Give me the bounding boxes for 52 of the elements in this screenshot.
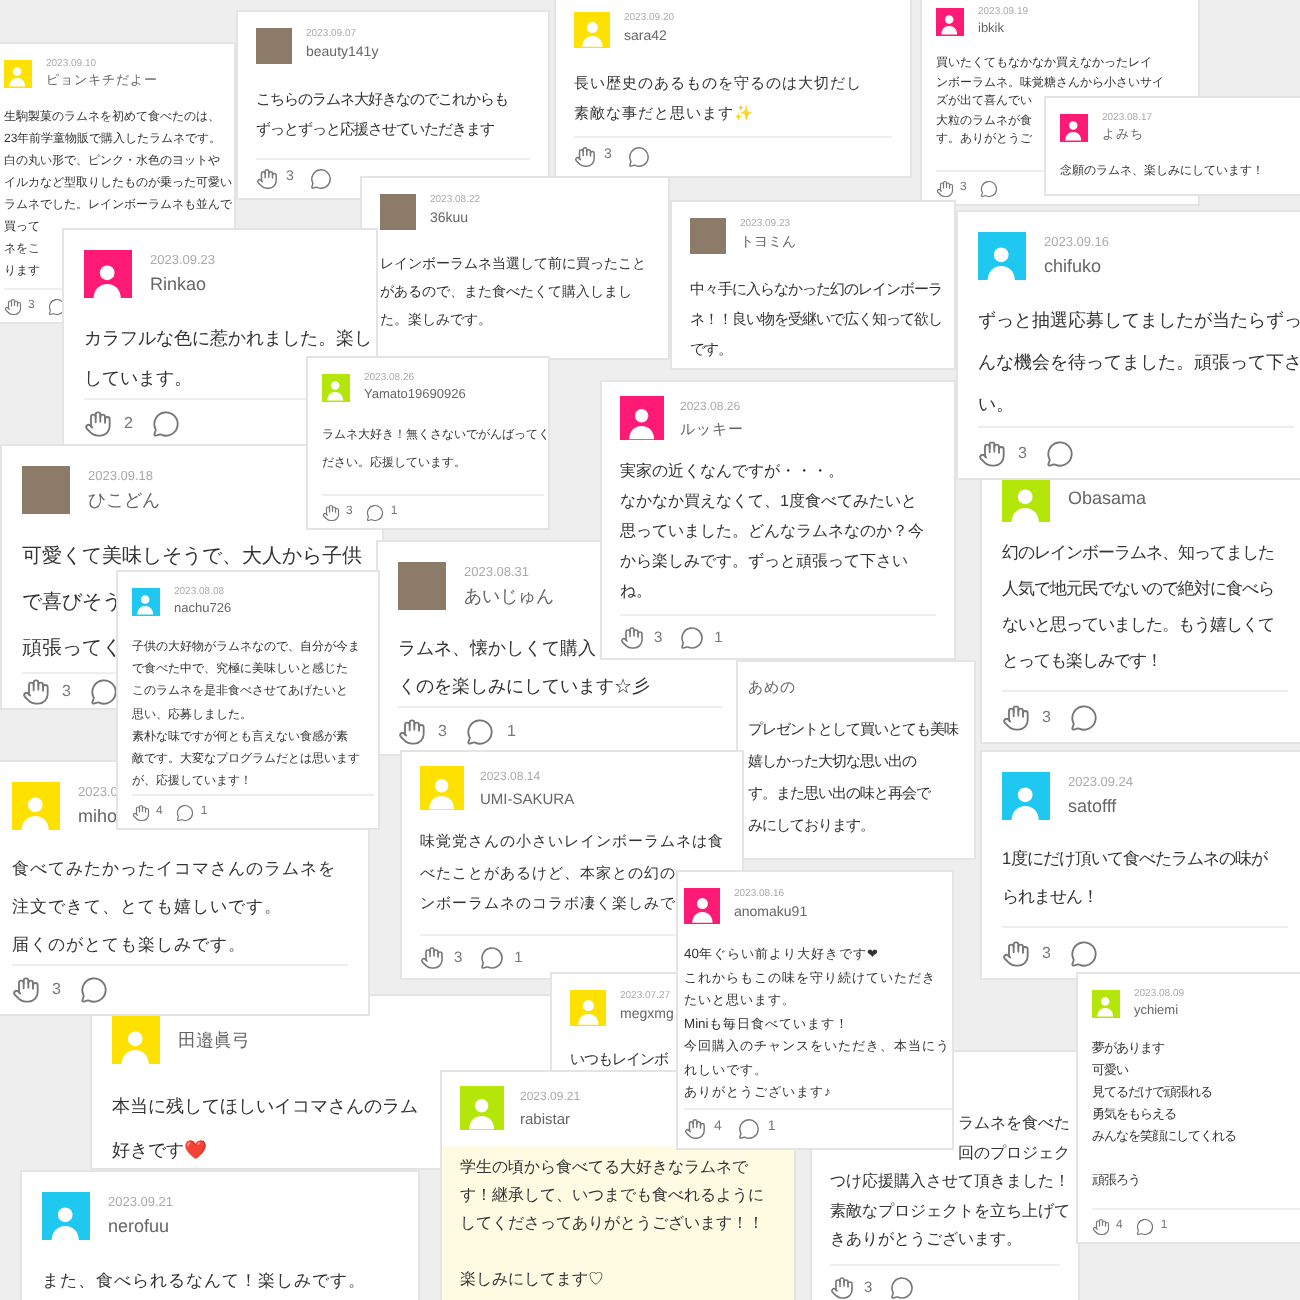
comment-text-line: つけ応援購入させて頂きました！ xyxy=(830,1170,1070,1194)
comment-text-line: 好きです❤ xyxy=(112,1138,206,1164)
comment-count: 1 xyxy=(506,719,516,743)
comment-text-line: きありがとうございます。 xyxy=(830,1228,1022,1252)
like-count: 3 xyxy=(52,978,61,1002)
user-name: miho xyxy=(78,804,118,830)
comment-text-line: ね。 xyxy=(620,580,652,604)
comment-text-line: 届くのがとても楽しみです。 xyxy=(12,932,246,958)
comment-text-line: から楽しみです。ずっと頑張って下さい xyxy=(620,550,908,574)
comment-text-line: られません！ xyxy=(1002,884,1098,910)
comment-text-line: ないと思っていました。もう嬉しくて xyxy=(1002,612,1274,638)
comment-text-line: す！継承して、いつまでも食べれるように xyxy=(460,1184,764,1208)
user-name: 田邉眞弓 xyxy=(178,1027,250,1053)
comment-text-line: ラムネ、懐かしくて購入 xyxy=(398,636,596,662)
comment-text-line: ラムネを食べた xyxy=(958,1112,1070,1136)
user-name: ひこどん xyxy=(88,488,160,514)
comment-text-line: 楽しみにしてます♡ xyxy=(460,1268,604,1292)
comment-text-line: 1度にだけ頂いて食べたラムネの味が xyxy=(1002,846,1268,872)
like-count: 3 xyxy=(1042,941,1051,965)
comment-text-line: 注文できて、とても嬉しいです。 xyxy=(12,894,282,920)
comment-text-line: 頑張ってく xyxy=(22,636,122,664)
comment-text-line: んな機会を待ってました。頑張って下さ xyxy=(978,350,1300,376)
like-count: 3 xyxy=(1018,441,1027,465)
like-count: 3 xyxy=(62,679,71,703)
comment-text-line: してくださってありがとうございます！！ xyxy=(460,1212,764,1236)
comment-text-line: 人気で地元民でないので絶対に食べら xyxy=(1002,576,1274,602)
comment-text-line: 食べてみたかったイコマさんのラムネを xyxy=(12,856,336,882)
comment-text-line: い。 xyxy=(978,392,1014,418)
comment-text-line: 本当に残してほしいイコマさんのラム xyxy=(112,1094,418,1120)
comment-text-line: とっても楽しみです！ xyxy=(1002,648,1162,674)
comment-text-line: しています。 xyxy=(84,366,192,392)
user-name: satofff xyxy=(1068,794,1119,820)
comment-text-line: 可愛くて美味しそうで、大人から子供 xyxy=(22,543,362,572)
comment-text-line: なかなか買えなくて、1度食べてみたいと xyxy=(620,490,917,514)
comment-text-line: ずっと抽選応募してましたが当たらずっ xyxy=(978,308,1300,334)
user-name: あいじゅん xyxy=(464,584,554,610)
user-name: nerofuu xyxy=(108,1214,172,1240)
user-name: chifuko xyxy=(1044,254,1104,280)
like-count: 3 xyxy=(438,719,447,743)
comment-text-line: くのを楽しみにしています☆彡 xyxy=(398,674,650,700)
comment-text-line: 学生の頃から食べてる大好きなラムネで xyxy=(460,1156,748,1180)
comment-text-line: 実家の近くなんですが・・・。 xyxy=(620,460,844,484)
comment-text-line: カラフルな色に惹かれました。楽し xyxy=(84,326,372,352)
comment-text-line: また、食べられるなんて！楽しみです。 xyxy=(42,1268,366,1294)
comment-text-line: 思っていました。どんなラムネなのか？今 xyxy=(620,520,924,544)
comment-text-line: 素敵なプロジェクトを立ち上げて xyxy=(830,1199,1070,1223)
user-name: Rinkao xyxy=(150,272,209,298)
comment-text-line: 回のプロジェク xyxy=(958,1141,1070,1165)
like-count: 2 xyxy=(124,412,133,436)
user-name: Obasama xyxy=(1068,485,1147,511)
like-count: 3 xyxy=(1042,705,1051,729)
comment-text-line: 幻のレインボーラムネ、知ってました xyxy=(1002,540,1274,566)
